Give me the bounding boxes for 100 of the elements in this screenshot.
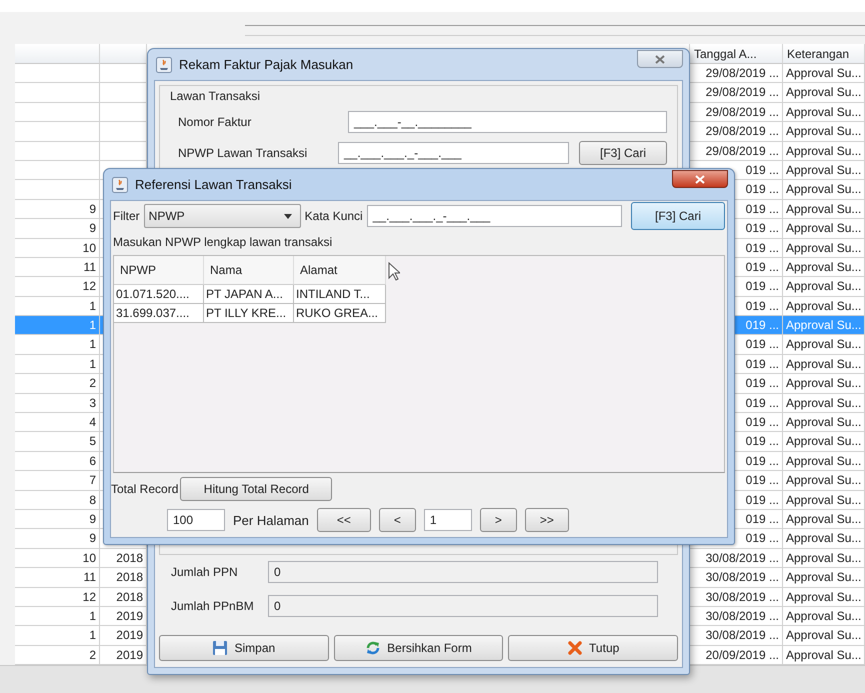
table-cell[interactable]: Approval Su... — [783, 102, 865, 122]
table-cell: 6 — [15, 452, 100, 472]
table-cell[interactable]: Approval Su... — [783, 626, 865, 646]
table-cell: 10 — [15, 548, 100, 568]
table-cell[interactable]: Approval Su... — [783, 200, 865, 220]
table-cell: 1 — [15, 606, 100, 626]
table-cell[interactable]: Approval Su... — [783, 394, 865, 414]
input-field[interactable]: __.___.___._-___.___ — [338, 142, 569, 164]
table-cell: 9 — [15, 510, 100, 530]
save-icon — [212, 640, 228, 656]
window-title: Referensi Lawan Transaksi — [135, 177, 293, 192]
field-label: Kata Kunci — [304, 209, 363, 223]
table-cell[interactable]: Approval Su... — [783, 83, 865, 103]
page-button[interactable]: << — [316, 508, 371, 532]
mouse-cursor-icon — [388, 262, 400, 281]
dropdown[interactable]: NPWP — [144, 204, 301, 228]
input-field[interactable]: __.___.___._-___.___ — [366, 205, 622, 227]
table-cell[interactable]: Approval Su... — [783, 142, 865, 161]
table-cell: 12 — [15, 277, 100, 297]
dropdown-arrow-icon — [284, 214, 292, 218]
table-cell[interactable]: Approval Su... — [783, 277, 865, 297]
table-cell: 4 — [15, 413, 100, 432]
field-label: Jumlah PPN — [171, 565, 239, 579]
table-cell: 11 — [15, 568, 100, 588]
table-cell[interactable]: Approval Su... — [783, 122, 865, 142]
table-cell[interactable]: Approval Su... — [783, 568, 865, 588]
close-button[interactable] — [672, 170, 728, 188]
table-cell[interactable]: Approval Su... — [783, 374, 865, 394]
window-title: Rekam Faktur Pajak Masukan — [179, 57, 354, 72]
field-label: Per Halaman — [233, 512, 309, 528]
field-label: NPWP Lawan Transaksi — [178, 146, 308, 160]
table-cell[interactable]: Approval Su... — [783, 335, 865, 355]
table-cell: INTILAND T... — [294, 285, 386, 304]
table-cell: PT ILLY KRE... — [204, 304, 294, 323]
table-cell[interactable]: Approval Su... — [783, 238, 865, 258]
hint-text: Masukan NPWP lengkap lawan transaksi — [112, 234, 334, 251]
action-button[interactable]: Tutup — [508, 635, 678, 661]
table-cell: 3 — [15, 394, 100, 414]
table-cell: 2 — [15, 374, 100, 394]
input-field[interactable]: 100 — [167, 509, 225, 531]
input-field[interactable]: 1 — [424, 509, 472, 531]
search-button[interactable]: [F3] Cari — [579, 141, 667, 165]
column-header[interactable]: Alamat — [294, 256, 386, 285]
table-cell: 9 — [15, 219, 100, 239]
table-cell: 8 — [15, 490, 100, 510]
table-cell: 01.071.520.... — [114, 285, 204, 304]
table-cell: 1 — [15, 335, 100, 355]
close-icon — [695, 174, 705, 184]
table-cell[interactable]: Approval Su... — [783, 354, 865, 374]
table-cell[interactable]: Approval Su... — [783, 258, 865, 278]
table-cell[interactable]: Approval Su... — [783, 588, 865, 607]
dropdown-value: NPWP — [148, 209, 185, 223]
group-label: Lawan Transaksi — [170, 89, 262, 103]
app-icon — [112, 176, 128, 192]
page-button[interactable]: < — [378, 508, 416, 532]
column-header[interactable]: Tanggal A... — [690, 44, 783, 64]
table-cell[interactable]: Approval Su... — [783, 452, 865, 472]
table-cell[interactable]: Approval Su... — [783, 413, 865, 432]
field-label: Jumlah PPnBM — [171, 599, 255, 613]
field-label: Total Record — [111, 482, 178, 496]
table-cell[interactable]: Approval Su... — [783, 64, 865, 84]
table-cell[interactable]: Approval Su... — [783, 219, 865, 239]
table-cell: 1 — [15, 316, 100, 336]
table-cell[interactable]: Approval Su... — [783, 510, 865, 530]
search-button[interactable]: [F3] Cari — [631, 202, 725, 230]
table-cell: 31.699.037.... — [114, 304, 204, 323]
table-cell: 11 — [15, 258, 100, 278]
table-cell[interactable]: Approval Su... — [783, 471, 865, 491]
table-cell[interactable]: Approval Su... — [783, 490, 865, 510]
table-cell: PT JAPAN A... — [204, 285, 294, 304]
table-cell[interactable]: Approval Su... — [783, 160, 865, 180]
table-cell: 1 — [15, 626, 100, 646]
table-cell[interactable]: Approval Su... — [783, 548, 865, 568]
table-cell[interactable]: Approval Su... — [783, 180, 865, 200]
action-button[interactable]: Simpan — [159, 635, 329, 661]
field-label: Filter — [113, 209, 140, 223]
page-button[interactable]: >> — [524, 508, 569, 532]
table-cell[interactable]: Approval Su... — [783, 529, 865, 549]
input-field[interactable]: ___.___-__.________ — [348, 111, 667, 133]
table-cell: 1 — [15, 354, 100, 374]
count-button[interactable]: Hitung Total Record — [180, 477, 332, 501]
column-header[interactable]: Nama — [204, 256, 294, 285]
app-icon — [156, 56, 172, 72]
table-cell: 9 — [15, 529, 100, 549]
input-field[interactable]: 0 — [268, 561, 658, 583]
table-cell: 9 — [15, 200, 100, 220]
input-field[interactable]: 0 — [268, 595, 658, 617]
refresh-icon — [365, 640, 382, 656]
page-button[interactable]: > — [480, 508, 517, 532]
table-cell: 12 — [15, 588, 100, 607]
close-icon — [567, 640, 584, 656]
table-cell: RUKO GREA... — [294, 304, 386, 323]
table-cell: 7 — [15, 471, 100, 491]
table-cell[interactable]: Approval Su... — [783, 606, 865, 626]
table-cell[interactable]: Approval Su... — [783, 432, 865, 452]
close-icon — [655, 54, 665, 64]
table-cell: 5 — [15, 432, 100, 452]
column-header[interactable]: NPWP — [114, 256, 204, 285]
action-button[interactable]: Bersihkan Form — [334, 635, 504, 661]
column-header[interactable]: Keterangan — [783, 44, 865, 64]
